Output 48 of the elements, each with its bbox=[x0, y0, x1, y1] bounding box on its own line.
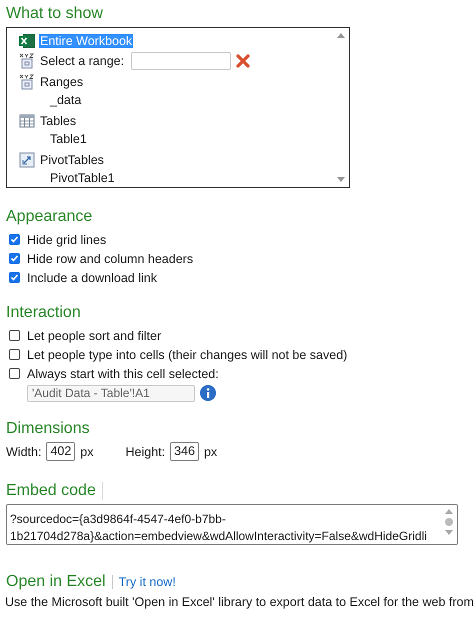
checkbox[interactable] bbox=[9, 330, 20, 341]
check-icon bbox=[10, 235, 19, 244]
description-text: Use the Microsoft built 'Open in Excel' library to export data to Excel for the web from bbox=[5, 595, 474, 609]
embed-code-field[interactable]: ?sourcedoc={a3d9864f-4547-4ef0-b7bb- 1b21704d278a}&action=embedview&wdAllowInteractivity=False&wdHideGridli bbox=[6, 504, 458, 545]
close-icon bbox=[235, 53, 252, 69]
checkbox[interactable] bbox=[9, 272, 20, 283]
checkbox[interactable] bbox=[9, 234, 20, 245]
table-icon bbox=[19, 112, 35, 128]
tree-item[interactable]: Tables bbox=[39, 114, 78, 128]
checkbox-label: Hide row and column headers bbox=[27, 252, 194, 266]
tree-item[interactable]: PivotTables bbox=[39, 152, 105, 166]
named-range-icon bbox=[19, 74, 35, 90]
checkbox-label: Let people sort and filter bbox=[27, 328, 162, 342]
height-field[interactable]: 346 bbox=[170, 442, 199, 461]
section-heading: Embed code bbox=[6, 482, 96, 500]
field-label: Width: bbox=[6, 444, 42, 458]
checkbox-label: Let people type into cells (their changes will not be saved) bbox=[27, 348, 348, 362]
checkbox[interactable] bbox=[9, 253, 20, 264]
section-heading: Dimensions bbox=[6, 420, 90, 438]
info-icon bbox=[200, 385, 216, 401]
scrollbar-drawing bbox=[444, 508, 454, 536]
checkbox[interactable] bbox=[9, 349, 20, 360]
tree-item[interactable]: Table1 bbox=[49, 132, 88, 146]
field-label: Height: bbox=[126, 444, 166, 458]
scroll-up-icon bbox=[336, 31, 346, 39]
section-heading: Open in Excel bbox=[6, 573, 106, 591]
try-it-link[interactable]: Try it now! bbox=[112, 575, 176, 589]
checkbox[interactable] bbox=[9, 368, 20, 379]
unit-label: px bbox=[80, 444, 94, 458]
checkbox-label: Hide grid lines bbox=[27, 232, 106, 246]
named-range-icon bbox=[19, 53, 35, 69]
range-input-field[interactable] bbox=[131, 52, 232, 70]
tree-item[interactable]: _data bbox=[49, 92, 82, 106]
check-icon bbox=[10, 254, 19, 263]
section-heading: Appearance bbox=[6, 208, 92, 226]
spreadsheet-icon bbox=[19, 32, 35, 48]
section-heading: Interaction bbox=[6, 304, 81, 322]
tree-item[interactable]: Ranges bbox=[39, 74, 84, 88]
pivot-table-icon bbox=[19, 152, 35, 168]
tree-item[interactable]: PivotTable1 bbox=[49, 170, 116, 184]
checkbox-label: Include a download link bbox=[27, 270, 157, 284]
checkbox-label: Always start with this cell selected: bbox=[27, 366, 219, 380]
check-icon bbox=[10, 273, 19, 282]
unit-label: px bbox=[204, 444, 218, 458]
tree-item[interactable]: Select a range: bbox=[39, 54, 126, 68]
width-field[interactable]: 402 bbox=[46, 442, 76, 461]
section-heading: What to show bbox=[6, 5, 103, 23]
scroll-down-icon bbox=[336, 176, 346, 184]
